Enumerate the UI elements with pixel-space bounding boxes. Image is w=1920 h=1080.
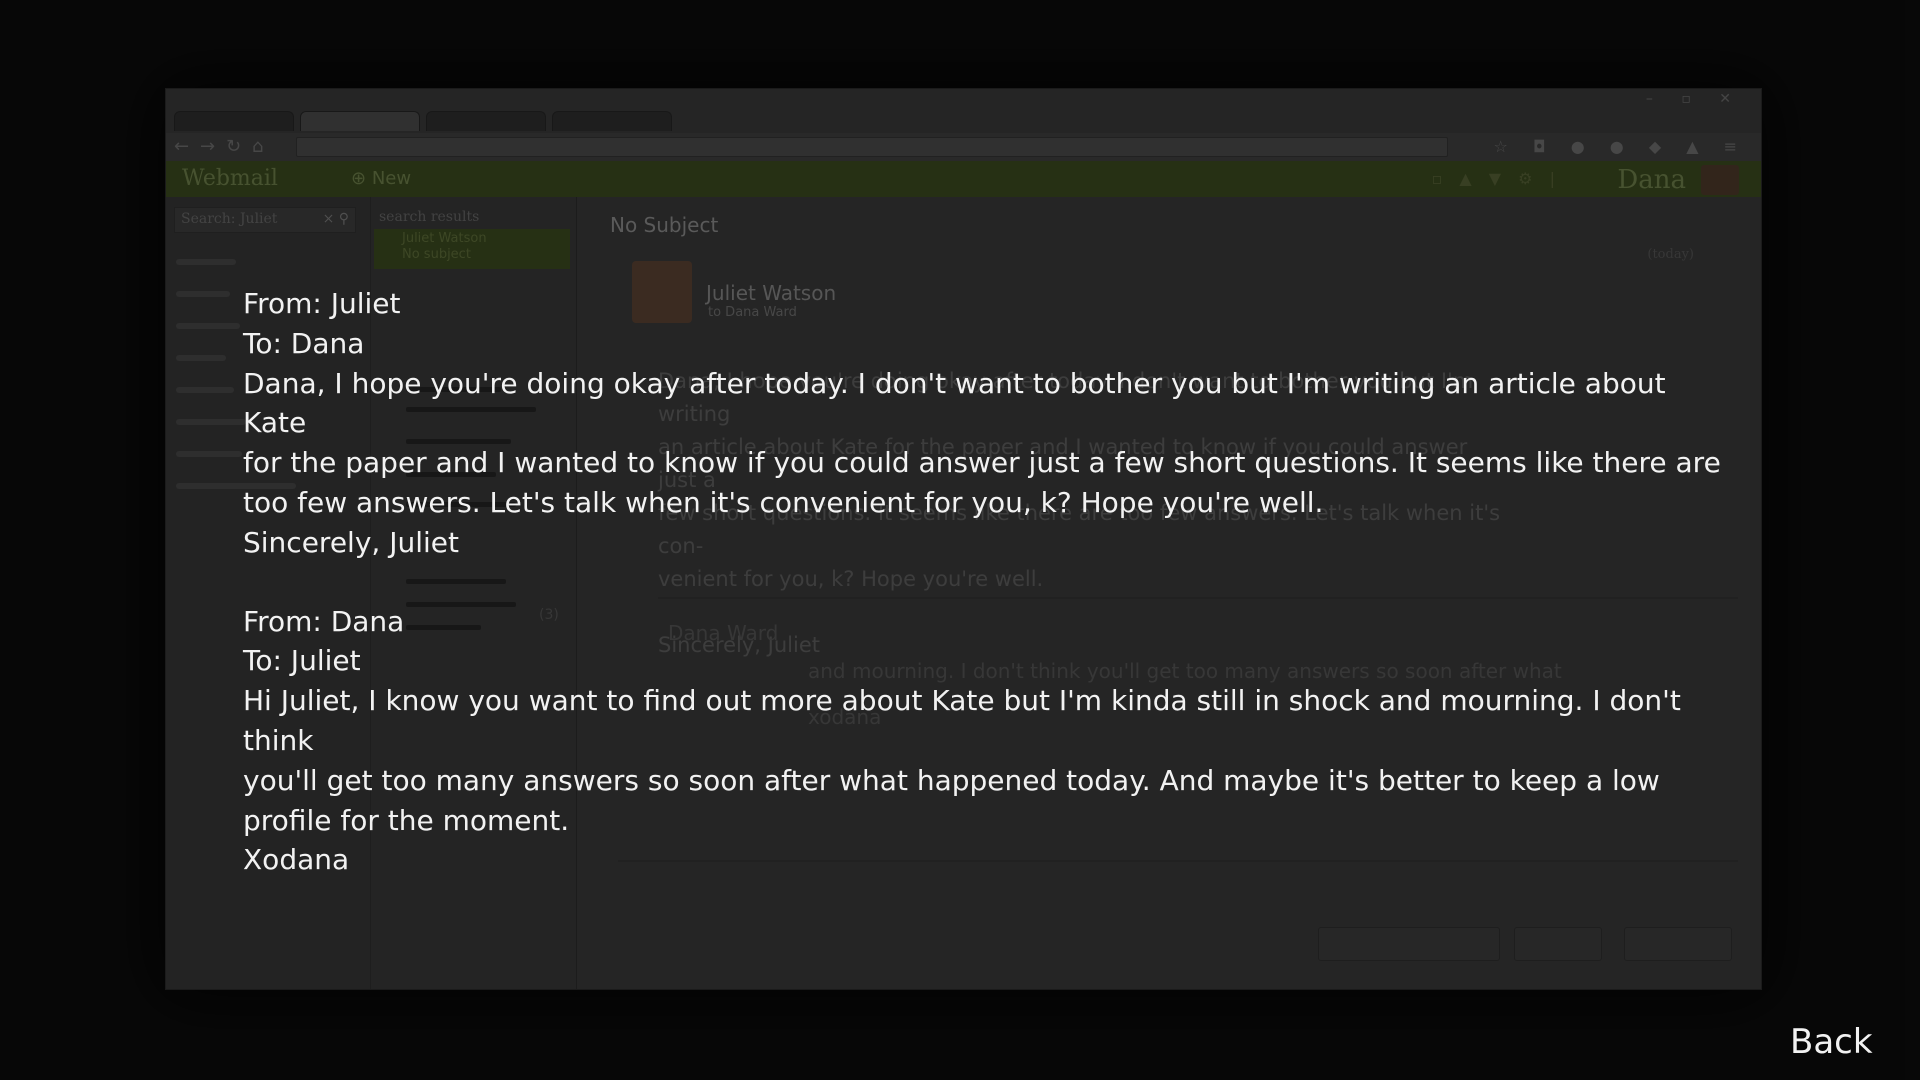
message1-body-line: for the paper and I wanted to know if yo…	[243, 446, 1721, 480]
message2-body-line: Hi Juliet, I know you want to find out m…	[243, 684, 1681, 757]
message2-body-line: you'll get too many answers so soon afte…	[243, 763, 1660, 797]
message2-body-line: profile for the moment.	[243, 803, 570, 837]
message1-to: To: Dana	[243, 326, 365, 360]
back-button[interactable]: Back	[1790, 1022, 1873, 1062]
message1-from: From: Juliet	[243, 287, 401, 320]
message2-from: From: Dana	[243, 604, 405, 638]
email-transcript: From: Juliet To: Dana Dana, I hope you'r…	[243, 284, 1723, 880]
message1-body-line: Dana, I hope you're doing okay after tod…	[243, 366, 1666, 440]
message2-signoff: Xodana	[243, 843, 350, 877]
message1-body-line: too few answers. Let's talk when it's co…	[243, 485, 1324, 519]
message2-to: To: Juliet	[243, 644, 361, 678]
message1-signoff: Sincerely, Juliet	[243, 525, 459, 559]
